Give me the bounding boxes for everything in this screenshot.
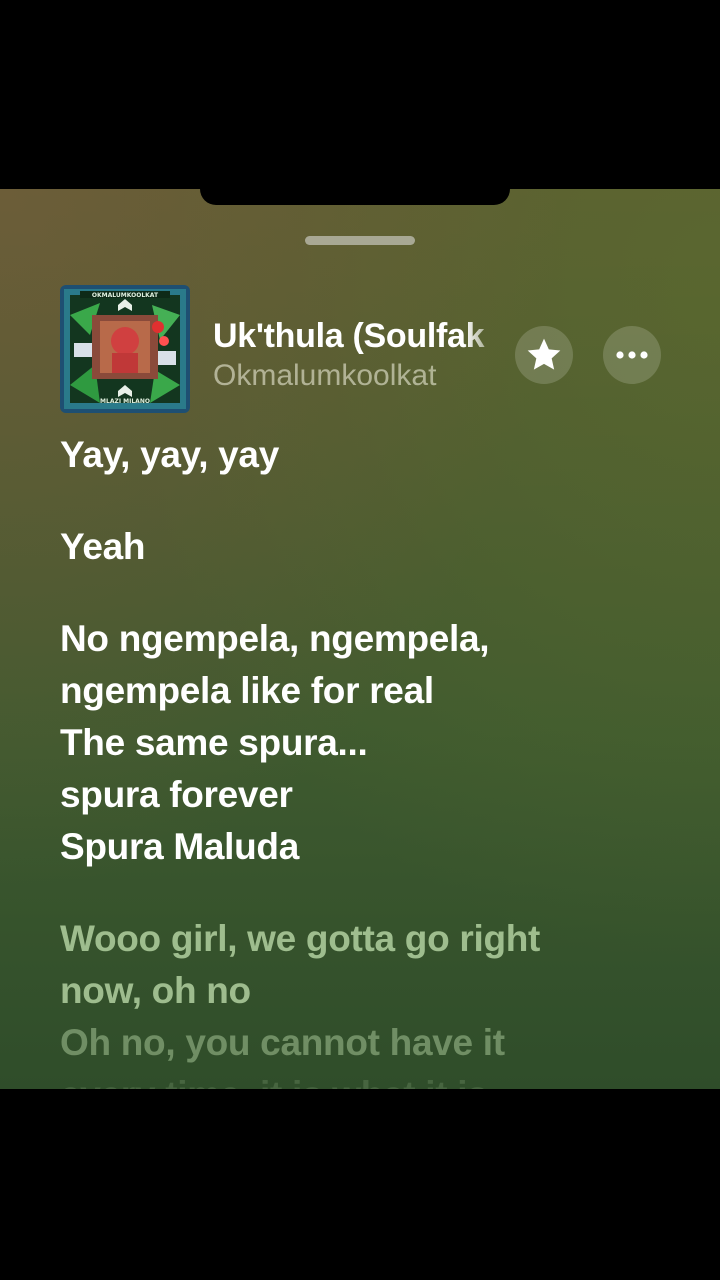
artwork-top-text: OKMALUMKOOLKAT: [92, 292, 159, 299]
artwork-bottom-text: MLAZI MILANO: [100, 398, 150, 405]
lyric-line[interactable]: every time, it is what it is: [60, 1069, 660, 1089]
lyric-stanza[interactable]: Yeah: [60, 521, 660, 573]
lyric-stanza-upcoming[interactable]: Wooo girl, we gotta go right now, oh no …: [60, 913, 660, 1089]
lyric-line[interactable]: Oh no, you cannot have it: [60, 1017, 660, 1069]
favorite-button[interactable]: [515, 326, 573, 384]
star-icon: [527, 338, 561, 370]
device-notch: [200, 189, 510, 205]
lyric-line[interactable]: Spura Maluda: [60, 821, 660, 873]
lyric-line[interactable]: ngempela like for real: [60, 665, 660, 717]
album-artwork[interactable]: OKMALUMKOOLKAT MLAZI MILANO: [60, 285, 190, 413]
sheet-grabber-handle[interactable]: [305, 236, 415, 245]
lyric-line[interactable]: Wooo girl, we gotta go right: [60, 913, 660, 965]
lyric-line[interactable]: now, oh no: [60, 965, 660, 1017]
lyric-stanza[interactable]: Yay, yay, yay: [60, 429, 660, 481]
more-options-button[interactable]: [603, 326, 661, 384]
lyric-line[interactable]: spura forever: [60, 769, 660, 821]
track-title[interactable]: Uk'thula (Soulfak: [213, 317, 508, 356]
lyric-line[interactable]: No ngempela, ngempela,: [60, 613, 660, 665]
lyric-line[interactable]: The same spura...: [60, 717, 660, 769]
now-playing-lyrics-screen: OKMALUMKOOLKAT MLAZI MILANO Uk'thula (So…: [0, 189, 720, 1089]
lyric-line[interactable]: Yay, yay, yay: [60, 429, 660, 481]
lyrics-container[interactable]: Yay, yay, yay Yeah No ngempela, ngempela…: [60, 429, 660, 1089]
lyric-line[interactable]: Yeah: [60, 521, 660, 573]
track-artist[interactable]: Okmalumkoolkat: [213, 359, 436, 393]
lyric-stanza[interactable]: No ngempela, ngempela, ngempela like for…: [60, 613, 660, 873]
more-options-icon: [616, 351, 648, 359]
